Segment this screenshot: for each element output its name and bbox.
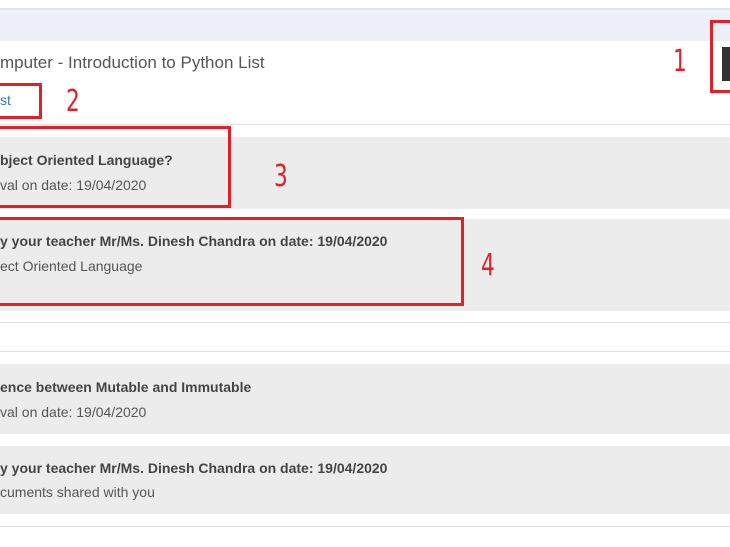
message-title: ence between Mutable and Immutable [0, 379, 252, 395]
message-item[interactable] [0, 364, 730, 434]
message-subtitle: val on date: 19/04/2020 [0, 404, 147, 420]
divider [0, 124, 730, 125]
message-title: y your teacher Mr/Ms. Dinesh Chandra on … [0, 460, 388, 476]
annotation-box-2 [0, 83, 42, 119]
divider [0, 351, 730, 352]
annotation-number-2: 2 [66, 84, 80, 119]
divider [0, 322, 730, 323]
annotation-number-3: 3 [274, 159, 288, 194]
page: mputer - Introduction to Python List st … [0, 0, 730, 547]
annotation-box-4 [0, 217, 464, 306]
page-title: mputer - Introduction to Python List [0, 53, 265, 72]
message-subtitle: cuments shared with you [0, 484, 155, 500]
annotation-number-4: 4 [481, 248, 495, 283]
annotation-box-1 [710, 20, 730, 93]
divider [0, 526, 730, 527]
annotation-number-1: 1 [673, 44, 687, 79]
message-item[interactable] [0, 446, 730, 514]
top-spacer [0, 0, 730, 8]
annotation-box-3 [0, 126, 231, 208]
top-band [0, 8, 730, 43]
